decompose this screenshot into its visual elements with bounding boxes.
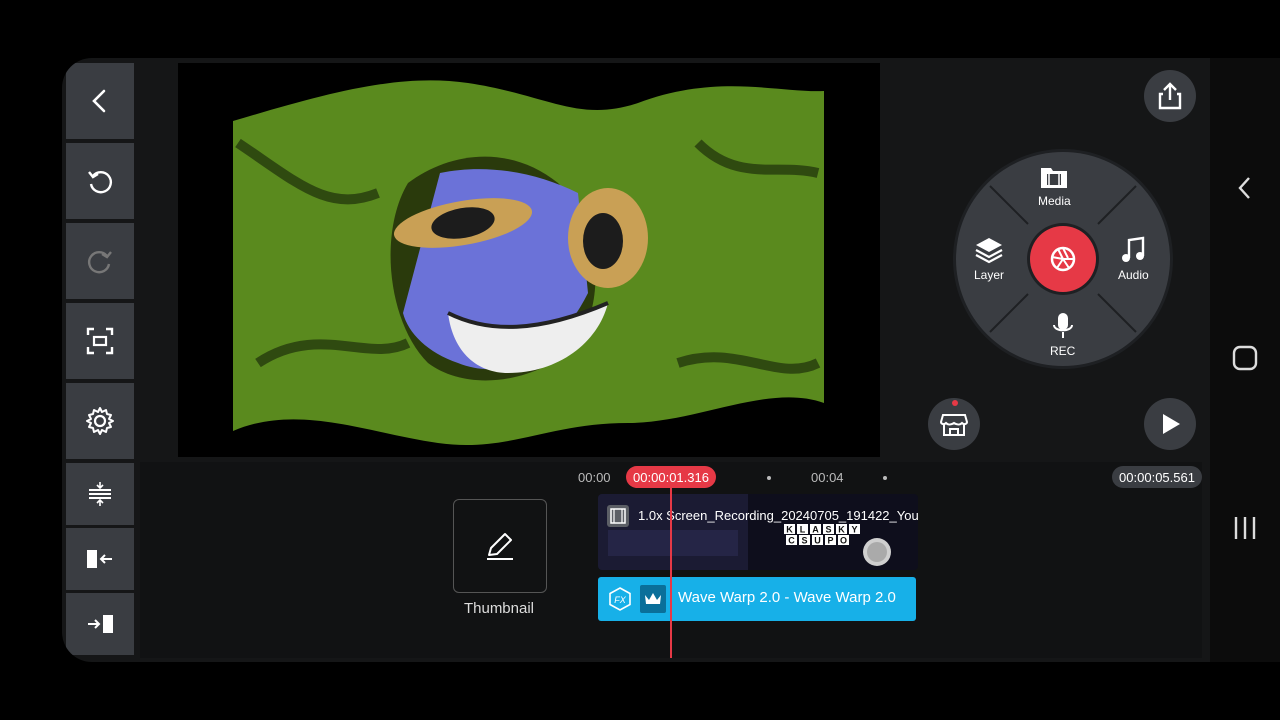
audio-button[interactable]: Audio: [1118, 236, 1149, 282]
clip-title: 1.0x Screen_Recording_20240705_191422_Yo…: [638, 508, 918, 523]
undo-button[interactable]: [66, 143, 134, 219]
effect-label: Wave Warp 2.0 - Wave Warp 2.0: [678, 589, 896, 606]
media-label: Media: [1038, 194, 1071, 208]
logo-letter: O: [840, 536, 847, 546]
clip-thumbnail: K L A S K YC S U P O: [598, 494, 891, 570]
logo-letter: L: [800, 525, 806, 535]
play-icon: [1163, 414, 1180, 434]
undo-icon: [88, 171, 112, 194]
start-time: 00:00: [578, 470, 611, 485]
fx-badge-text: FX: [614, 595, 626, 605]
logo-letter: A: [812, 525, 819, 535]
timeline[interactable]: 00:00 00:00:01.316 00:04 00:00:05.561 Th…: [140, 462, 1202, 658]
premium-badge: [640, 585, 666, 613]
capture-button[interactable]: [1030, 226, 1096, 292]
camera-shutter-icon: [1050, 246, 1076, 272]
thumbnail-label: Thumbnail: [463, 600, 535, 617]
asset-store-button[interactable]: [928, 398, 980, 450]
music-note-icon: [1122, 236, 1145, 262]
logo-letter: P: [827, 536, 833, 546]
system-nav-bar: [1210, 58, 1280, 662]
logo-letter: Y: [851, 525, 857, 535]
settings-button[interactable]: [66, 383, 134, 459]
fullscreen-icon: [86, 327, 114, 355]
editor-screen: Media Layer Audio REC 00:00 00:00:01.316…: [62, 58, 1210, 662]
pencil-icon: [487, 533, 513, 560]
logo-letter: S: [801, 536, 807, 546]
rec-button[interactable]: REC: [1050, 312, 1075, 358]
video-preview[interactable]: [178, 63, 880, 457]
mid-time: 00:04: [811, 470, 844, 485]
trim-left-icon: [87, 550, 112, 568]
trim-left-button[interactable]: [66, 528, 134, 590]
media-wheel: Media Layer Audio REC: [956, 152, 1170, 366]
chevron-left-icon: [1238, 177, 1250, 199]
store-icon: [940, 414, 968, 436]
system-recents-button[interactable]: [1210, 508, 1280, 548]
preview-frame-image: [178, 63, 880, 457]
trim-right-button[interactable]: [66, 593, 134, 655]
logo-letter: S: [825, 525, 831, 535]
clip-type-icon: [607, 505, 629, 527]
logo-letter: U: [814, 536, 821, 546]
system-back-button[interactable]: [1210, 168, 1280, 208]
gear-icon: [86, 407, 114, 435]
logo-letter: C: [788, 536, 795, 546]
layer-button[interactable]: Layer: [974, 236, 1004, 282]
recents-icon: [1234, 517, 1256, 539]
split-icon: [89, 482, 111, 506]
share-icon: [1158, 82, 1182, 110]
notification-dot: [952, 400, 958, 406]
trim-right-icon: [88, 615, 113, 633]
media-folder-icon: [1041, 168, 1068, 188]
fx-hexagon-icon: FX: [609, 587, 631, 611]
back-icon: [92, 89, 106, 113]
tick-dot: [883, 476, 887, 480]
total-time-badge: 00:00:05.561: [1112, 466, 1202, 488]
split-button[interactable]: [66, 463, 134, 525]
thumbnail-button[interactable]: [453, 499, 547, 593]
logo-letter: K: [786, 525, 793, 535]
media-button[interactable]: Media: [1038, 164, 1071, 208]
fullscreen-button[interactable]: [66, 303, 134, 379]
redo-icon: [88, 251, 112, 274]
home-square-icon: [1232, 345, 1258, 371]
redo-button[interactable]: [66, 223, 134, 299]
crown-icon: [645, 593, 661, 604]
video-clip[interactable]: KLASKYCSUPO 1.0x Screen_Recording_202407…: [598, 494, 918, 570]
effect-clip[interactable]: FX Wave Warp 2.0 - Wave Warp 2.0: [598, 577, 916, 621]
audio-label: Audio: [1118, 268, 1149, 282]
play-button[interactable]: [1144, 398, 1196, 450]
tick-dot: [767, 476, 771, 480]
logo-text-group: K L A S K YC S U P O: [784, 524, 860, 546]
export-button[interactable]: [1144, 70, 1196, 122]
layers-icon: [975, 238, 1003, 264]
rec-label: REC: [1050, 344, 1076, 358]
layer-label: Layer: [974, 268, 1005, 282]
back-button[interactable]: [66, 63, 134, 139]
film-icon: [610, 508, 626, 524]
playhead[interactable]: [670, 488, 672, 658]
microphone-icon: [1052, 313, 1073, 338]
right-panel: Media Layer Audio REC: [880, 58, 1210, 458]
current-time-badge: 00:00:01.316: [626, 466, 716, 488]
logo-letter: K: [838, 525, 845, 535]
system-home-button[interactable]: [1210, 338, 1280, 378]
